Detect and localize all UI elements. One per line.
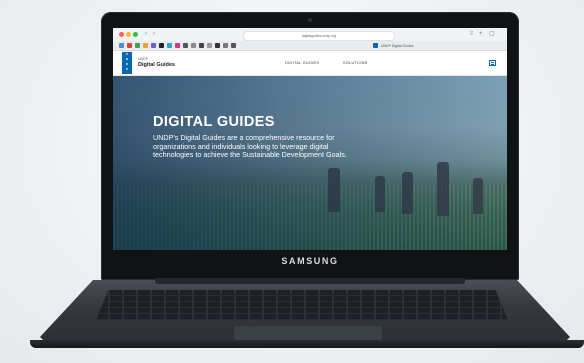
bookmark-icon[interactable] xyxy=(207,43,212,48)
active-tab-title[interactable]: UNDP Digital Guides xyxy=(381,43,441,49)
maximize-window-button[interactable] xyxy=(133,32,138,37)
site-header: U N D P UNDP Digital Guides DIGITAL GUID… xyxy=(113,51,507,76)
laptop-hinge xyxy=(155,278,465,284)
laptop-front-edge xyxy=(30,340,584,348)
laptop-lid: ‹ › digitalguides.undp.org ⇧ + ▢ UNDP Di… xyxy=(101,12,519,280)
hero-overlay xyxy=(113,76,507,250)
bookmark-icon[interactable] xyxy=(175,43,180,48)
bookmark-icon[interactable] xyxy=(143,43,148,48)
bookmark-icon[interactable] xyxy=(119,43,124,48)
address-bar[interactable]: digitalguides.undp.org xyxy=(243,30,395,41)
keyboard-rows xyxy=(96,290,508,320)
back-arrow-icon[interactable]: ‹ xyxy=(145,31,151,37)
hero-banner: DIGITAL GUIDES UNDP's Digital Guides are… xyxy=(113,76,507,250)
hero-description: UNDP's Digital Guides are a comprehensiv… xyxy=(153,133,347,160)
close-window-button[interactable] xyxy=(119,32,124,37)
bookmark-icon[interactable] xyxy=(199,43,204,48)
new-tab-icon[interactable]: + xyxy=(479,31,485,37)
undp-favicon-icon xyxy=(373,43,378,48)
webcam xyxy=(308,18,312,22)
bookmark-icon[interactable] xyxy=(223,43,228,48)
nav-digital-guides[interactable]: DIGITAL GUIDES xyxy=(285,61,319,65)
bookmark-icon[interactable] xyxy=(231,43,236,48)
bookmark-icon[interactable] xyxy=(127,43,132,48)
laptop-trackpad xyxy=(234,326,382,340)
bookmark-icon[interactable] xyxy=(183,43,188,48)
bookmark-icon[interactable] xyxy=(215,43,220,48)
menu-icon[interactable] xyxy=(489,60,496,66)
tabs-overview-icon[interactable]: ▢ xyxy=(489,31,495,37)
bookmark-icon[interactable] xyxy=(135,43,140,48)
bookmark-icon[interactable] xyxy=(159,43,164,48)
site-name[interactable]: Digital Guides xyxy=(138,62,175,68)
share-icon[interactable]: ⇧ xyxy=(469,31,475,37)
forward-arrow-icon[interactable]: › xyxy=(153,31,159,37)
logo-letter: P xyxy=(125,67,128,71)
bookmarks-bar: UNDP Digital Guides xyxy=(113,41,507,51)
bookmark-icon[interactable] xyxy=(151,43,156,48)
hero-title: DIGITAL GUIDES xyxy=(153,114,275,130)
nav-solutions[interactable]: SOLUTIONS xyxy=(343,61,368,65)
site-subtitle: UNDP xyxy=(138,57,148,61)
device-brand-label: SAMSUNG xyxy=(281,256,339,266)
minimize-window-button[interactable] xyxy=(126,32,131,37)
bookmark-icon[interactable] xyxy=(167,43,172,48)
undp-logo[interactable]: U N D P xyxy=(122,52,132,74)
browser-toolbar: ‹ › digitalguides.undp.org ⇧ + ▢ xyxy=(113,28,507,42)
laptop-screen: ‹ › digitalguides.undp.org ⇧ + ▢ UNDP Di… xyxy=(113,28,507,250)
bookmark-icon[interactable] xyxy=(191,43,196,48)
